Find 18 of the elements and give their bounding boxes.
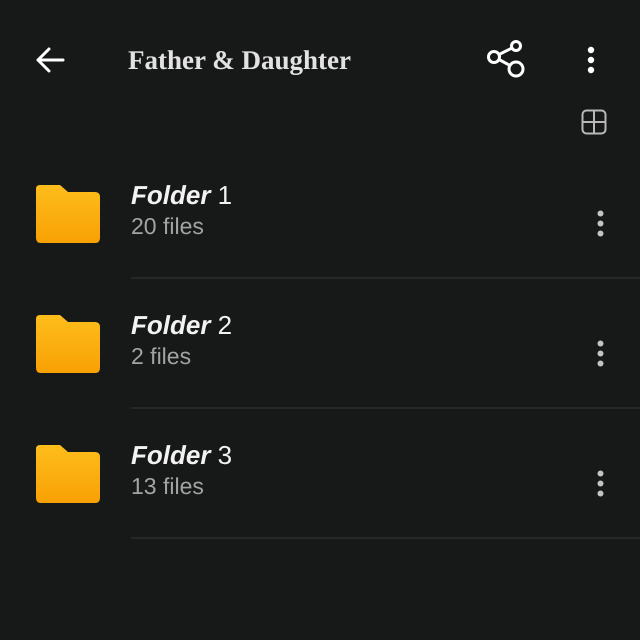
folder-name[interactable]: Folder 1 xyxy=(131,180,232,210)
window-title: Father & Daughter xyxy=(128,44,351,76)
file-count: 13 files xyxy=(131,472,204,500)
back-arrow-icon xyxy=(35,47,65,73)
share-icon xyxy=(486,40,526,78)
more-options-icon xyxy=(596,340,604,366)
grid-view-icon xyxy=(581,109,607,135)
more-options-icon xyxy=(596,470,604,496)
folder-name[interactable]: Folder 2 xyxy=(131,310,232,340)
file-count: 20 files xyxy=(131,212,204,240)
folder-icon xyxy=(36,185,100,243)
file-count: 2 files xyxy=(131,342,192,370)
folder-name[interactable]: Folder 3 xyxy=(131,440,232,470)
folder-icon xyxy=(36,315,100,373)
folder-icon xyxy=(36,445,100,503)
grid-view-button[interactable] xyxy=(580,108,608,136)
more-options-icon xyxy=(587,46,595,74)
more-options-icon xyxy=(596,210,604,236)
